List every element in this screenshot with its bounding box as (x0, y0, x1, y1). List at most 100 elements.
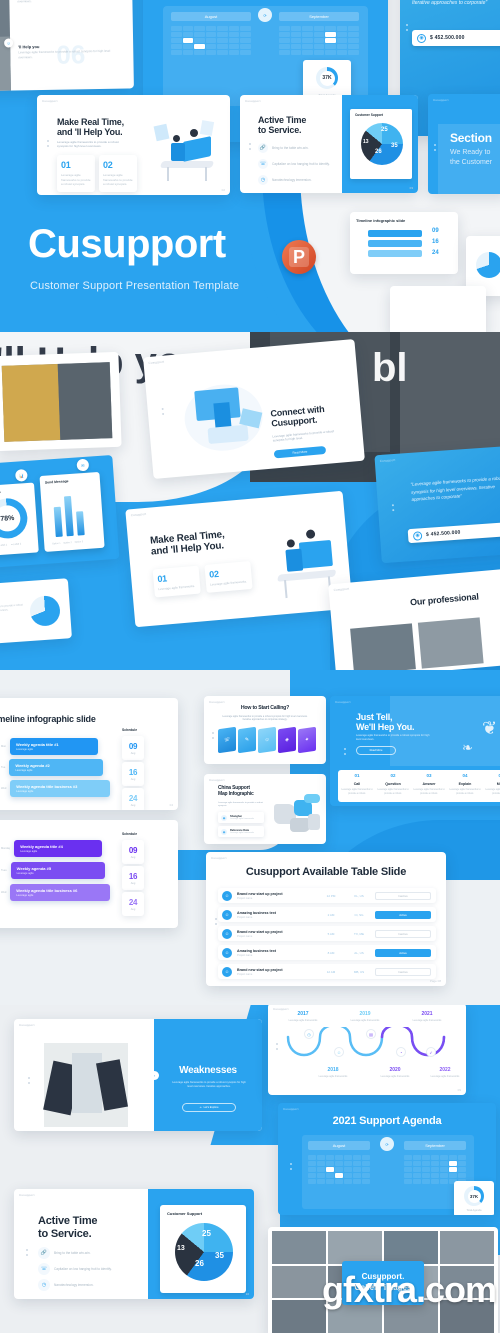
timeline-row[interactable]: Wed Weekly agenda title business #6 Leve… (0, 884, 111, 901)
slide-active-time[interactable]: Cusupport Active Time to Service. 🔗 Brin… (240, 95, 418, 193)
slide-connect-with-cusupport[interactable]: Cusupport Connect with Cusupport. Levera… (143, 338, 365, 480)
slide-mini-extra[interactable] (390, 286, 486, 332)
slide-body: Leverage agile frameworks to provide a r… (356, 734, 430, 741)
legend-card[interactable]: ◉ Shanghai Leverage agile frameworks (218, 812, 264, 823)
slide-page-number: 10 (245, 1292, 249, 1296)
roadmap-year-label: 2017 (297, 1011, 309, 1017)
slide-make-real-time[interactable]: Cusupport Make Real Time, and 'll Help Y… (37, 95, 230, 195)
step-cards[interactable]: ☏ ✎ ☺ ◈ ✦ (218, 726, 316, 754)
slide-active-time-2[interactable]: Cusupport Active Time to Service. 🔗 Brin… (14, 1189, 254, 1299)
step-card[interactable]: ◈ (278, 726, 296, 754)
slide-charts[interactable]: Pie Process 78% ● Label 1 ● Label 2 Send… (0, 454, 120, 570)
calendar-grid-left[interactable] (171, 26, 251, 55)
timeline-row[interactable]: Wed Weekly agenda title business #3 Leve… (0, 780, 111, 797)
pie-chart: 25 35 26 13 (361, 123, 403, 165)
timeline-bar[interactable]: Weekly agenda title #1 Leverage agile (10, 738, 99, 755)
slide-brand-tag: Cusupport (19, 1023, 35, 1027)
step-card[interactable]: ✎ (238, 726, 256, 754)
gallery-cell[interactable] (384, 1231, 438, 1264)
step-number: 04 (462, 773, 468, 778)
timeline-row[interactable]: Mon Weekly agenda title #1 Leverage agil… (0, 738, 99, 755)
slide-body: Leverage agile frameworks to provide a r… (272, 429, 335, 443)
step-item[interactable]: 03 Answer Leverage agile frameworks to p… (412, 773, 446, 796)
gallery-cell[interactable] (328, 1231, 382, 1264)
step-item[interactable]: 04 Explain Leverage agile frameworks to … (448, 773, 482, 796)
status-badge[interactable]: Active (375, 948, 431, 957)
calendar-grid-left[interactable] (308, 1155, 370, 1184)
number-card[interactable]: 01 Leverage agile frameworks. (152, 565, 201, 598)
status-badge[interactable]: Inactive (375, 967, 431, 976)
timeline-bar[interactable]: Weekly agenda #2 Leverage agile (9, 759, 104, 776)
slide-just-tell[interactable]: Cusupport Just Tell, We'll Hep You. Leve… (330, 696, 500, 806)
gallery-cell[interactable] (440, 1231, 494, 1264)
step-card[interactable]: ☏ (218, 726, 236, 754)
slide-help-you-list[interactable]: 05 06 04 'll Help you Leverage agile fra… (0, 0, 134, 92)
number-card[interactable]: 02 Leverage agile frameworks. (204, 561, 253, 593)
status-badge[interactable]: Inactive (375, 891, 431, 900)
legend-card[interactable]: ◉ Reference Data Leverage agile framewor… (218, 826, 264, 837)
slide-page-number: 04 (169, 803, 173, 807)
explore-button[interactable]: ➜ Let's Explore (182, 1103, 236, 1112)
status-badge[interactable]: Inactive (375, 929, 431, 938)
timeline-bar[interactable]: Weekly agenda #5 Leverage agile (10, 862, 105, 879)
watermark: gfxtra.com (321, 1269, 497, 1310)
calendar-grid-right[interactable] (404, 1155, 466, 1184)
table-row[interactable]: ☺ Brand new start up project Project nam… (218, 964, 436, 979)
bar-chart (53, 491, 85, 538)
number-card[interactable]: 02 Leverage agile frameworks to provide … (99, 155, 137, 192)
avatar: ☺ (222, 966, 232, 977)
slide-weaknesses[interactable]: Cusupport Weaknesses Leverage agile fram… (14, 1019, 262, 1131)
slide-2021-agenda[interactable]: Cusupport 2021 Support Agenda August Sep… (278, 1103, 496, 1215)
read-more-button[interactable]: Read More (356, 746, 396, 755)
revenue-pill[interactable]: ◉ $ 452.500.000 (407, 521, 500, 544)
slide-make-real-time-2[interactable]: Cusupport Make Real Time, and 'll Help Y… (125, 490, 353, 628)
step-card[interactable]: ☺ (258, 726, 276, 754)
slide-quote-right[interactable]: Cusupport "Leverage agile frameworks to … (374, 444, 500, 564)
table-row[interactable]: ☺ Brand new start up project Project nam… (218, 888, 436, 903)
slide-section-divider[interactable]: Cusupport Section We Ready to the Custom… (428, 94, 500, 194)
slide-how-to-start-calling[interactable]: Cusupport How to Start Calling? Leverage… (204, 696, 326, 764)
row-name: Brand new start up project (237, 891, 283, 896)
slide-our-professional[interactable]: Cusupport Our professional (328, 567, 500, 670)
row-name: Brand new start up project (237, 967, 283, 972)
read-more-button[interactable]: Read More (273, 445, 327, 459)
slide-dots (391, 504, 395, 512)
roadmap-year: 2021 Leverage agile frameworks (408, 1011, 446, 1023)
timeline-row[interactable]: Tues Weekly agenda #5 Leverage agile (0, 862, 105, 879)
table-row[interactable]: ☺ Brand new start up project Project nam… (218, 926, 436, 941)
message-icon: ✉ (76, 458, 90, 472)
slide-timeline-purple[interactable]: Schedule Monday Weekly agenda title #4 L… (0, 820, 178, 928)
timeline-row[interactable]: Monday Weekly agenda title #4 Leverage a… (0, 840, 103, 857)
slide-timeline-mini[interactable]: Timeline infographic slide 09 16 24 (350, 212, 458, 274)
step-item[interactable]: 01 Call Leverage agile frameworks to pro… (340, 773, 374, 796)
timeline-bar[interactable]: Weekly agenda title business #6 Leverage… (10, 884, 111, 901)
slide-dots (212, 732, 214, 739)
calendar-grid-right[interactable] (279, 26, 359, 55)
slide-help-you-small[interactable]: 'll Help you Leverage agile frameworks t… (0, 578, 72, 646)
revenue-pill[interactable]: ◉ $ 452.500.000 (412, 30, 500, 46)
slide-china-map[interactable]: Cusupport China Support Map Infographic … (204, 774, 326, 844)
step-item[interactable]: 02 Question Leverage agile frameworks to… (376, 773, 410, 796)
timeline-bar[interactable]: Weekly agenda title #4 Leverage agile (14, 840, 103, 857)
slide-photo-left[interactable] (0, 351, 122, 452)
slide-page-number: Page 08 (429, 979, 441, 983)
status-badge[interactable]: Active (375, 910, 431, 919)
table-row[interactable]: ☺ Amazing business text Project name 8 A… (218, 945, 436, 960)
clock-icon: ◷ (304, 1029, 314, 1039)
table-row[interactable]: ☺ Amazing business text Project name 2 A… (218, 907, 436, 922)
slide-table[interactable]: Cusupport Cusupport Available Table Slid… (206, 852, 446, 986)
step-card[interactable]: ✦ (298, 726, 316, 754)
gallery-cell[interactable] (272, 1265, 326, 1299)
slide-roadmap[interactable]: Cusupport 2017 Leverage agile frameworks… (268, 1005, 466, 1095)
slide-timeline-blue[interactable]: Cusupport Timeline infographic slide Sch… (0, 698, 178, 810)
link-icon: 🔗 (38, 1247, 50, 1259)
step-item[interactable]: 05 More Leverage agile frameworks to pro… (484, 773, 500, 796)
feature-item: ◷ Nanotechnology immersion. (38, 1279, 134, 1291)
chevron-icon[interactable]: › (150, 1071, 159, 1080)
timeline-bar[interactable]: Weekly agenda title business #3 Leverage… (10, 780, 111, 797)
mini-bar (368, 250, 422, 257)
number-card[interactable]: 01 Leverage agile frameworks to provide … (57, 155, 95, 192)
timeline-row[interactable]: Tue Weekly agenda #2 Leverage agile (0, 759, 104, 776)
gallery-cell[interactable] (272, 1300, 326, 1333)
gallery-cell[interactable] (272, 1231, 326, 1264)
